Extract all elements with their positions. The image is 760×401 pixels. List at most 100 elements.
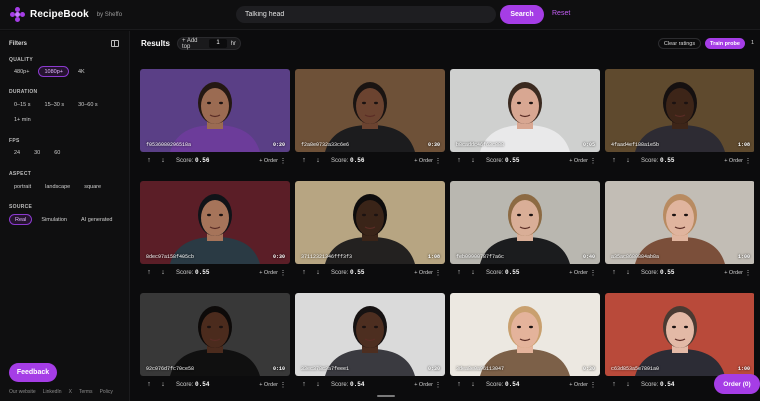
downvote-icon[interactable]: ↓ bbox=[313, 269, 323, 276]
train-probe-button[interactable]: Train probe bbox=[705, 38, 745, 49]
add-order-button[interactable]: + Order bbox=[724, 270, 743, 276]
downvote-icon[interactable]: ↓ bbox=[313, 381, 323, 388]
upvote-icon[interactable]: ↑ bbox=[454, 157, 464, 164]
video-thumbnail[interactable]: f0536080296518a 0:20 bbox=[140, 69, 290, 152]
more-options-icon[interactable]: ⋮ bbox=[588, 157, 598, 165]
video-thumbnail[interactable]: 92c076d7fc70ce58 0:10 bbox=[140, 293, 290, 376]
upvote-icon[interactable]: ↑ bbox=[299, 269, 309, 276]
more-options-icon[interactable]: ⋮ bbox=[743, 269, 753, 277]
result-card[interactable]: a35ac8680884ab8a 1:00 ↑ ↓ Score: 0.55 + Order… bbox=[605, 181, 754, 282]
upvote-icon[interactable]: ↑ bbox=[454, 381, 464, 388]
result-card[interactable]: 4faad4ef188a1e5b 1:08 ↑ ↓ Score: 0.55 + Order… bbox=[605, 69, 754, 170]
more-options-icon[interactable]: ⋮ bbox=[278, 157, 288, 165]
add-order-button[interactable]: + Order bbox=[414, 158, 433, 164]
downvote-icon[interactable]: ↓ bbox=[313, 157, 323, 164]
search-button[interactable]: Search bbox=[500, 5, 544, 24]
source-chip-ai-generated[interactable]: AI generated bbox=[76, 214, 118, 225]
video-thumbnail[interactable]: a35ac8680884ab8a 1:00 bbox=[605, 181, 754, 264]
downvote-icon[interactable]: ↓ bbox=[623, 269, 633, 276]
footer-link-terms[interactable]: Terms bbox=[79, 389, 93, 395]
add-order-button[interactable]: + Order bbox=[569, 382, 588, 388]
video-thumbnail[interactable]: 3dea8e0a96113047 0:30 bbox=[450, 293, 600, 376]
more-options-icon[interactable]: ⋮ bbox=[743, 157, 753, 165]
scroll-handle[interactable] bbox=[377, 395, 395, 397]
source-chip-real[interactable]: Real bbox=[9, 214, 33, 225]
feedback-button[interactable]: Feedback bbox=[9, 363, 57, 382]
search-input[interactable] bbox=[236, 6, 496, 23]
video-thumbnail[interactable]: f2a8e0732a33c6e6 0:30 bbox=[295, 69, 445, 152]
video-thumbnail[interactable]: c63d853a5e7891a0 1:00 bbox=[605, 293, 754, 376]
video-thumbnail[interactable]: 37112321346fff3f3 1:08 bbox=[295, 181, 445, 264]
upvote-icon[interactable]: ↑ bbox=[299, 381, 309, 388]
result-card[interactable]: feb09900787f7a6c 0:40 ↑ ↓ Score: 0.55 + Order… bbox=[450, 181, 600, 282]
source-chip-simulation[interactable]: Simulation bbox=[36, 214, 72, 225]
add-order-button[interactable]: + Order bbox=[259, 158, 278, 164]
order-cart-button[interactable]: Order (0) bbox=[714, 374, 760, 394]
add-order-button[interactable]: + Order bbox=[414, 382, 433, 388]
duration-chip-30-60[interactable]: 30–60 s bbox=[73, 99, 103, 110]
add-order-button[interactable]: + Order bbox=[414, 270, 433, 276]
video-thumbnail[interactable]: b8caddc46f63c888 0:05 bbox=[450, 69, 600, 152]
add-top-control[interactable]: + Add top 1 hr bbox=[177, 37, 241, 50]
add-top-label[interactable]: + Add top bbox=[182, 38, 205, 50]
result-card[interactable]: 8dec97a158f405cb 0:30 ↑ ↓ Score: 0.55 + Order… bbox=[140, 181, 290, 282]
more-options-icon[interactable]: ⋮ bbox=[433, 157, 443, 165]
duration-chip-1-min[interactable]: 1+ min bbox=[9, 114, 36, 125]
more-options-icon[interactable]: ⋮ bbox=[278, 381, 288, 389]
duration-chip-0-15[interactable]: 0–15 s bbox=[9, 99, 36, 110]
downvote-icon[interactable]: ↓ bbox=[468, 269, 478, 276]
footer-link-x[interactable]: X bbox=[69, 389, 72, 395]
upvote-icon[interactable]: ↑ bbox=[609, 157, 619, 164]
more-options-icon[interactable]: ⋮ bbox=[588, 381, 598, 389]
aspect-chip-portrait[interactable]: portrait bbox=[9, 181, 36, 192]
result-card[interactable]: f0536080296518a 0:20 ↑ ↓ Score: 0.56 + Order ⋮ bbox=[140, 69, 290, 170]
upvote-icon[interactable]: ↑ bbox=[609, 269, 619, 276]
video-thumbnail[interactable]: 4faad4ef188a1e5b 1:08 bbox=[605, 69, 754, 152]
add-order-button[interactable]: + Order bbox=[724, 158, 743, 164]
upvote-icon[interactable]: ↑ bbox=[454, 269, 464, 276]
sidebar-collapse-icon[interactable] bbox=[111, 40, 119, 47]
result-card[interactable]: 37112321346fff3f3 1:08 ↑ ↓ Score: 0.55 + Orde… bbox=[295, 181, 445, 282]
fps-chip-24[interactable]: 24 bbox=[9, 147, 25, 158]
more-options-icon[interactable]: ⋮ bbox=[588, 269, 598, 277]
quality-chip-1080p[interactable]: 1080p+ bbox=[38, 66, 69, 77]
logo[interactable]: RecipeBook by Sheffo bbox=[10, 7, 122, 22]
downvote-icon[interactable]: ↓ bbox=[158, 269, 168, 276]
result-card[interactable]: 3dea8e0a96113047 0:30 ↑ ↓ Score: 0.54 + Order… bbox=[450, 293, 600, 394]
quality-chip-480p[interactable]: 480p+ bbox=[9, 66, 34, 77]
downvote-icon[interactable]: ↓ bbox=[468, 157, 478, 164]
add-order-button[interactable]: + Order bbox=[259, 270, 278, 276]
fps-chip-60[interactable]: 60 bbox=[49, 147, 65, 158]
video-thumbnail[interactable]: 33ec378c3a7feee1 0:30 bbox=[295, 293, 445, 376]
aspect-chip-landscape[interactable]: landscape bbox=[40, 181, 75, 192]
duration-chip-15-30[interactable]: 15–30 s bbox=[40, 99, 70, 110]
add-order-button[interactable]: + Order bbox=[569, 158, 588, 164]
video-thumbnail[interactable]: 8dec97a158f405cb 0:30 bbox=[140, 181, 290, 264]
footer-link-linkedin[interactable]: LinkedIn bbox=[43, 389, 62, 395]
result-card[interactable]: f2a8e0732a33c6e6 0:30 ↑ ↓ Score: 0.56 + Order… bbox=[295, 69, 445, 170]
downvote-icon[interactable]: ↓ bbox=[623, 381, 633, 388]
upvote-icon[interactable]: ↑ bbox=[299, 157, 309, 164]
add-top-input[interactable]: 1 bbox=[209, 39, 227, 48]
aspect-chip-square[interactable]: square bbox=[79, 181, 106, 192]
more-options-icon[interactable]: ⋮ bbox=[278, 269, 288, 277]
footer-link-policy[interactable]: Policy bbox=[100, 389, 113, 395]
add-order-button[interactable]: + Order bbox=[259, 382, 278, 388]
downvote-icon[interactable]: ↓ bbox=[158, 381, 168, 388]
reset-button[interactable]: Reset bbox=[552, 10, 570, 17]
add-order-button[interactable]: + Order bbox=[569, 270, 588, 276]
downvote-icon[interactable]: ↓ bbox=[623, 157, 633, 164]
more-options-icon[interactable]: ⋮ bbox=[433, 269, 443, 277]
result-card[interactable]: 92c076d7fc70ce58 0:10 ↑ ↓ Score: 0.54 + Order… bbox=[140, 293, 290, 394]
downvote-icon[interactable]: ↓ bbox=[468, 381, 478, 388]
upvote-icon[interactable]: ↑ bbox=[609, 381, 619, 388]
video-thumbnail[interactable]: feb09900787f7a6c 0:40 bbox=[450, 181, 600, 264]
upvote-icon[interactable]: ↑ bbox=[144, 157, 154, 164]
fps-chip-30[interactable]: 30 bbox=[29, 147, 45, 158]
more-options-icon[interactable]: ⋮ bbox=[433, 381, 443, 389]
clear-ratings-button[interactable]: Clear ratings bbox=[658, 38, 701, 49]
footer-link-website[interactable]: Our website bbox=[9, 389, 36, 395]
quality-chip-4k[interactable]: 4K bbox=[73, 66, 90, 77]
result-card[interactable]: b8caddc46f63c888 0:05 ↑ ↓ Score: 0.55 + Order… bbox=[450, 69, 600, 170]
upvote-icon[interactable]: ↑ bbox=[144, 381, 154, 388]
